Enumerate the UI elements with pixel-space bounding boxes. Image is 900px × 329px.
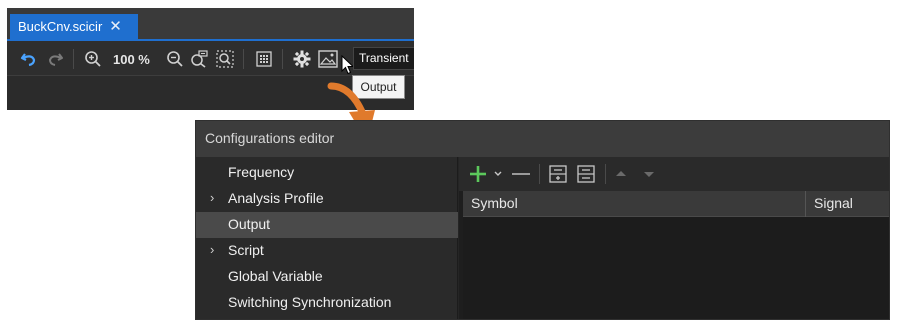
- close-icon[interactable]: ✕: [109, 19, 122, 34]
- expand-all-icon[interactable]: [549, 165, 567, 183]
- main-toolbar: 100 % Transient: [7, 41, 414, 76]
- document-tab[interactable]: BuckCnv.scicir ✕: [10, 14, 138, 39]
- redo-icon[interactable]: [46, 50, 64, 68]
- toolbar-separator: [243, 49, 244, 69]
- grid-header: Symbol Signal: [463, 191, 889, 217]
- column-header-symbol[interactable]: Symbol: [463, 191, 806, 217]
- output-grid-area: Symbol Signal: [459, 157, 889, 319]
- configurations-editor: Configurations editor Frequency › Analys…: [195, 120, 890, 320]
- toolbar-separator: [282, 49, 283, 69]
- tree-item-label: Script: [228, 242, 264, 258]
- grid-icon[interactable]: [255, 50, 273, 68]
- zoom-out-icon[interactable]: [166, 50, 184, 68]
- remove-icon[interactable]: [511, 165, 531, 183]
- tree-item-frequency[interactable]: Frequency: [196, 160, 458, 186]
- expand-chevron-icon[interactable]: ›: [210, 190, 214, 205]
- tree-item-output[interactable]: Output: [196, 212, 458, 238]
- toolbar-separator: [605, 164, 606, 184]
- dropdown-icon[interactable]: [493, 165, 503, 183]
- tree-item-analysis-profile[interactable]: › Analysis Profile: [196, 186, 458, 212]
- tree-item-script[interactable]: › Script: [196, 238, 458, 264]
- grid-body[interactable]: [463, 217, 889, 319]
- column-header-signal[interactable]: Signal: [806, 191, 889, 217]
- move-up-icon[interactable]: [615, 165, 627, 183]
- tree-item-global-variable[interactable]: Global Variable: [196, 264, 458, 290]
- toolbar-separator: [73, 49, 74, 69]
- collapse-all-icon[interactable]: [577, 165, 595, 183]
- zoom-select-icon[interactable]: [216, 50, 234, 68]
- toolbar-separator: [539, 164, 540, 184]
- grid-toolbar: [459, 157, 889, 191]
- tab-strip: BuckCnv.scicir ✕: [7, 8, 414, 39]
- tree-item-label: Global Variable: [228, 268, 323, 284]
- settings-icon[interactable]: [293, 50, 311, 68]
- tree-item-label: Switching Synchronization: [228, 294, 392, 310]
- tree-item-label: Output: [228, 216, 271, 232]
- undo-icon[interactable]: [20, 50, 38, 68]
- tree-item-label: Analysis Profile: [228, 190, 324, 206]
- cursor-icon: [340, 55, 354, 75]
- zoom-in-icon[interactable]: [84, 50, 102, 68]
- screenshot-canvas: BuckCnv.scicir ✕ 100 % Transient Output …: [0, 0, 900, 329]
- add-icon[interactable]: [469, 165, 487, 183]
- move-down-icon[interactable]: [643, 165, 655, 183]
- analysis-mode-dropdown[interactable]: Transient: [353, 47, 414, 70]
- output-icon[interactable]: [318, 50, 338, 68]
- zoom-level-label: 100 %: [113, 52, 150, 67]
- config-tree: Frequency › Analysis Profile Output › Sc…: [196, 157, 458, 319]
- zoom-fit-icon[interactable]: [190, 50, 208, 68]
- tree-item-label: Frequency: [228, 164, 295, 180]
- configurations-editor-title: Configurations editor: [196, 121, 889, 157]
- tree-item-switching-synchronization[interactable]: Switching Synchronization: [196, 290, 458, 316]
- expand-chevron-icon[interactable]: ›: [210, 242, 214, 257]
- document-tab-title: BuckCnv.scicir: [18, 19, 103, 34]
